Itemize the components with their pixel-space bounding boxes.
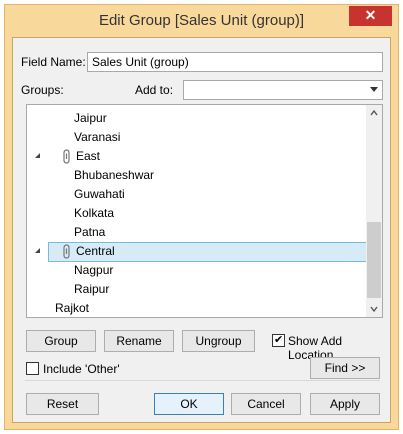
paperclip-icon <box>63 244 70 259</box>
scroll-up-icon[interactable] <box>369 108 379 118</box>
groups-label: Groups: <box>21 83 64 97</box>
include-other-label: Include 'Other' <box>43 362 120 376</box>
tree-scrollbar[interactable] <box>366 105 382 317</box>
ok-button[interactable]: OK <box>154 393 224 415</box>
tree-item[interactable]: Guwahati <box>27 185 368 204</box>
tree-item-label: Raipur <box>74 282 110 296</box>
paperclip-icon <box>63 149 70 164</box>
tree-item-label: Kolkata <box>74 206 115 220</box>
tree-item[interactable]: Rajkot <box>27 299 368 317</box>
tree-item-label: East <box>76 149 101 163</box>
expand-triangle-icon[interactable] <box>35 248 40 253</box>
tree-group-central[interactable]: Central <box>27 242 368 262</box>
scrollbar-thumb[interactable] <box>367 222 381 298</box>
tree-item[interactable]: Patna <box>27 223 368 242</box>
field-name-label: Field Name: <box>21 55 86 69</box>
tree-item[interactable]: Raipur <box>27 280 368 299</box>
add-to-dropdown[interactable] <box>183 80 383 100</box>
reset-button[interactable]: Reset <box>26 393 99 415</box>
tree-item-label: Bhubaneshwar <box>74 168 155 182</box>
apply-button[interactable]: Apply <box>310 393 380 415</box>
tree-item-label: Rajkot <box>55 301 90 315</box>
tree-item[interactable]: Varanasi <box>27 128 368 147</box>
edit-group-dialog: Edit Group [Sales Unit (group)] ✕ Field … <box>4 4 399 430</box>
dialog-body: Field Name: Sales Unit (group) Groups: A… <box>12 37 391 423</box>
rename-button[interactable]: Rename <box>104 330 174 352</box>
ungroup-button[interactable]: Ungroup <box>182 330 255 352</box>
close-icon: ✕ <box>364 7 377 23</box>
tree-item[interactable]: Kolkata <box>27 204 368 223</box>
tree-item[interactable]: Bhubaneshwar <box>27 166 368 185</box>
chevron-down-icon <box>370 87 378 92</box>
field-name-input[interactable]: Sales Unit (group) <box>87 52 383 72</box>
tree-item-label: Varanasi <box>74 130 121 144</box>
divider <box>25 380 380 381</box>
group-button[interactable]: Group <box>26 330 96 352</box>
tree-item-label: Patna <box>74 225 106 239</box>
tree-item-label: Jaipur <box>74 111 107 125</box>
close-button[interactable]: ✕ <box>349 6 392 26</box>
tree-item[interactable]: Jaipur <box>27 109 368 128</box>
tree-item-label: Guwahati <box>74 187 125 201</box>
tree-group-east[interactable]: East <box>27 147 368 166</box>
find-button[interactable]: Find >> <box>310 357 380 379</box>
scroll-down-icon[interactable] <box>369 304 379 314</box>
tree-item[interactable]: Nagpur <box>27 261 368 280</box>
dialog-title: Edit Group [Sales Unit (group)] <box>98 12 305 29</box>
tree-item-label: Central <box>76 244 115 258</box>
tree-item-label: Nagpur <box>74 263 114 277</box>
group-tree[interactable]: Jaipur Varanasi East Bhubaneshwar Guwaha… <box>26 104 383 318</box>
add-to-label: Add to: <box>135 83 174 97</box>
checkmark-icon: ✔ <box>274 334 284 346</box>
expand-triangle-icon[interactable] <box>35 153 40 158</box>
show-add-location-checkbox[interactable]: ✔ <box>272 334 285 347</box>
include-other-checkbox[interactable] <box>26 362 39 375</box>
cancel-button[interactable]: Cancel <box>231 393 301 415</box>
